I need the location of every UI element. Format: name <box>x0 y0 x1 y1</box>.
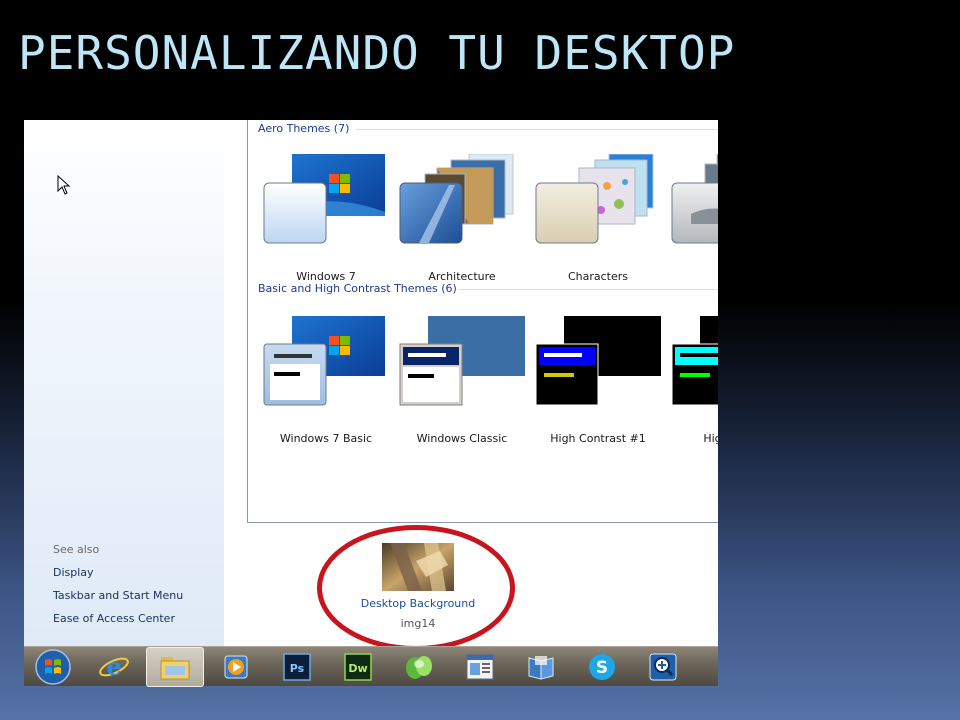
theme-label: Characters <box>567 270 629 283</box>
theme-label: High <box>703 432 718 445</box>
theme-windows-7[interactable]: Windows 7 <box>263 154 399 294</box>
left-pane: See also Display Taskbar and Start Menu … <box>24 120 224 646</box>
dreamweaver-icon: Dw <box>344 653 372 681</box>
theme-preview-high-contrast-2 <box>671 316 718 406</box>
skype-icon: S <box>589 654 615 680</box>
taskbar-messenger[interactable] <box>390 647 448 687</box>
taskbar: e Ps Dw S <box>24 646 718 687</box>
aero-group-heading: Aero Themes (7) <box>258 122 350 135</box>
see-also-link-ease-of-access[interactable]: Ease of Access Center <box>53 612 175 625</box>
theme-windows-classic[interactable]: Windows Classic <box>399 316 535 456</box>
start-orb-button[interactable] <box>24 647 82 687</box>
start-orb-icon <box>35 649 71 685</box>
theme-preview-characters <box>535 154 654 244</box>
taskbar-media-player[interactable] <box>207 647 265 687</box>
see-also-heading: See also <box>53 543 100 556</box>
taskbar-windows-explorer[interactable] <box>146 647 204 687</box>
theme-label: Windows Classic <box>416 432 508 445</box>
theme-label: La <box>665 270 718 283</box>
aero-group-divider <box>356 129 718 130</box>
mouse-cursor-icon <box>57 175 71 195</box>
theme-preview-windows-7 <box>263 154 385 244</box>
theme-preview-landscapes <box>671 154 718 244</box>
see-also-link-taskbar[interactable]: Taskbar and Start Menu <box>53 589 183 602</box>
basic-group-heading: Basic and High Contrast Themes (6) <box>258 282 457 295</box>
see-also-link-display[interactable]: Display <box>53 566 94 579</box>
magnifier-icon <box>649 653 677 681</box>
theme-gallery: Aero Themes (7) Windows 7 Architecture C… <box>247 120 718 523</box>
taskbar-magnifier[interactable] <box>634 647 692 687</box>
theme-landscapes[interactable]: La <box>671 154 718 294</box>
document-viewer-icon <box>466 654 494 680</box>
taskbar-document-viewer[interactable] <box>451 647 509 687</box>
theme-characters[interactable]: Characters <box>535 154 671 294</box>
taskbar-skype[interactable]: S <box>573 647 631 687</box>
book-icon <box>528 656 554 680</box>
theme-label: High Contrast #1 <box>550 432 646 445</box>
theme-label: Windows 7 Basic <box>279 432 373 445</box>
taskbar-dreamweaver[interactable]: Dw <box>329 647 387 687</box>
taskbar-photoshop[interactable]: Ps <box>268 647 326 687</box>
taskbar-reader[interactable] <box>512 647 570 687</box>
theme-preview-high-contrast-1 <box>535 316 661 406</box>
svg-text:Ps: Ps <box>290 662 305 675</box>
folder-icon <box>160 657 190 680</box>
theme-preview-architecture <box>399 154 514 244</box>
highlight-ring <box>317 525 515 651</box>
slide-title: PERSONALIZANDO TU DESKTOP <box>18 26 736 80</box>
theme-architecture[interactable]: Architecture <box>399 154 535 294</box>
theme-preview-windows-classic <box>399 316 525 406</box>
svg-text:S: S <box>596 658 608 678</box>
photoshop-icon: Ps <box>283 653 311 681</box>
internet-explorer-icon: e <box>99 652 129 681</box>
theme-windows-7-basic[interactable]: Windows 7 Basic <box>263 316 399 456</box>
messenger-icon <box>406 656 432 679</box>
svg-text:Dw: Dw <box>348 662 367 675</box>
media-player-icon <box>224 655 248 679</box>
taskbar-internet-explorer[interactable]: e <box>85 647 143 687</box>
basic-group-divider <box>458 289 718 290</box>
theme-high-contrast-1[interactable]: High Contrast #1 <box>535 316 671 456</box>
svg-text:e: e <box>106 652 121 681</box>
theme-preview-windows-7-basic <box>263 316 385 406</box>
theme-high-contrast-2[interactable]: High <box>671 316 718 456</box>
